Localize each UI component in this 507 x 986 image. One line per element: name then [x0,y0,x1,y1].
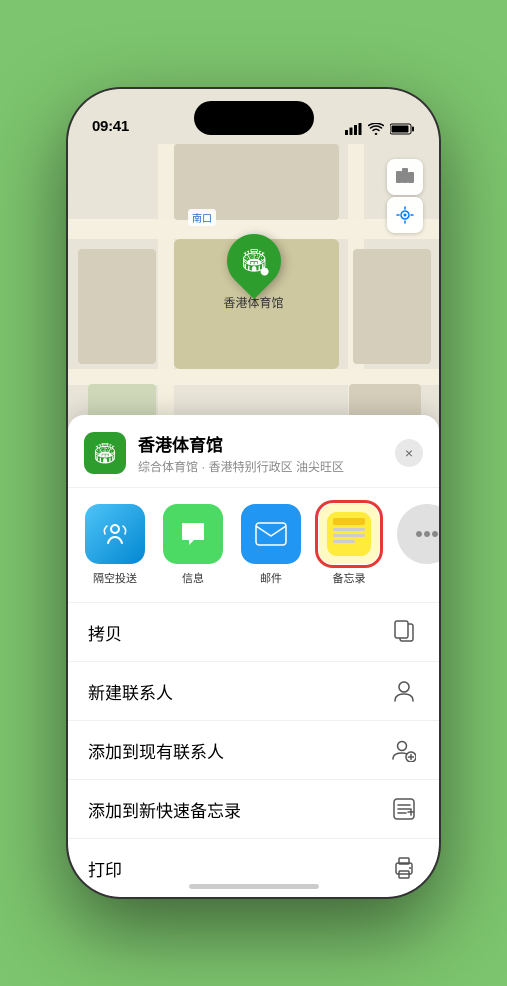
wifi-icon [368,123,384,135]
map-nankou-label: 南口 [188,209,216,226]
message-icon [163,504,223,564]
dynamic-island [194,101,314,135]
print-icon [389,853,419,883]
notes-inner [327,512,371,556]
print-label: 打印 [88,856,389,881]
action-copy[interactable]: 拷贝 [68,603,439,662]
airdrop-icon [85,504,145,564]
notes-icon [319,504,379,564]
share-item-notes[interactable]: 备忘录 [314,504,384,586]
home-indicator [189,884,319,889]
phone-frame: 09:41 [66,87,441,899]
venue-title-group: 香港体育馆 综合体育馆 · 香港特别行政区 油尖旺区 [138,431,395,475]
copy-icon [389,617,419,647]
airdrop-label: 隔空投送 [93,570,137,586]
new-contact-label: 新建联系人 [88,679,389,704]
bottom-sheet: 🏟 香港体育馆 综合体育馆 · 香港特别行政区 油尖旺区 × [68,415,439,897]
message-label: 信息 [182,570,204,586]
phone-screen: 09:41 [68,89,439,897]
venue-emoji: 🏟 [92,441,117,466]
mail-label: 邮件 [260,570,282,586]
action-add-notes[interactable]: 添加到新快速备忘录 [68,780,439,839]
person-add-icon [389,735,419,765]
venue-title: 香港体育馆 [138,431,395,456]
battery-icon [390,123,415,135]
location-pin: 🏟 香港体育馆 [223,234,283,311]
map-type-button[interactable] [387,159,423,195]
close-button[interactable]: × [395,439,423,467]
map-controls [387,159,423,233]
share-icons-row: 隔空投送 信息 [68,488,439,603]
add-notes-label: 添加到新快速备忘录 [88,797,389,822]
mail-icon [241,504,301,564]
status-time: 09:41 [92,118,129,135]
venue-subtitle: 综合体育馆 · 香港特别行政区 油尖旺区 [138,458,395,475]
action-add-existing[interactable]: 添加到现有联系人 [68,721,439,780]
copy-label: 拷贝 [88,620,389,645]
status-icons [345,123,415,135]
quick-note-icon [389,794,419,824]
person-icon [389,676,419,706]
notes-label: 备忘录 [333,570,366,586]
venue-icon: 🏟 [84,432,126,474]
share-item-more[interactable] [392,504,439,586]
add-existing-label: 添加到现有联系人 [88,738,389,763]
location-button[interactable] [387,197,423,233]
share-item-message[interactable]: 信息 [158,504,228,586]
signal-icon [345,123,362,135]
sheet-header: 🏟 香港体育馆 综合体育馆 · 香港特别行政区 油尖旺区 × [68,415,439,488]
share-item-airdrop[interactable]: 隔空投送 [80,504,150,586]
share-item-mail[interactable]: 邮件 [236,504,306,586]
action-new-contact[interactable]: 新建联系人 [68,662,439,721]
more-icon [397,504,439,564]
